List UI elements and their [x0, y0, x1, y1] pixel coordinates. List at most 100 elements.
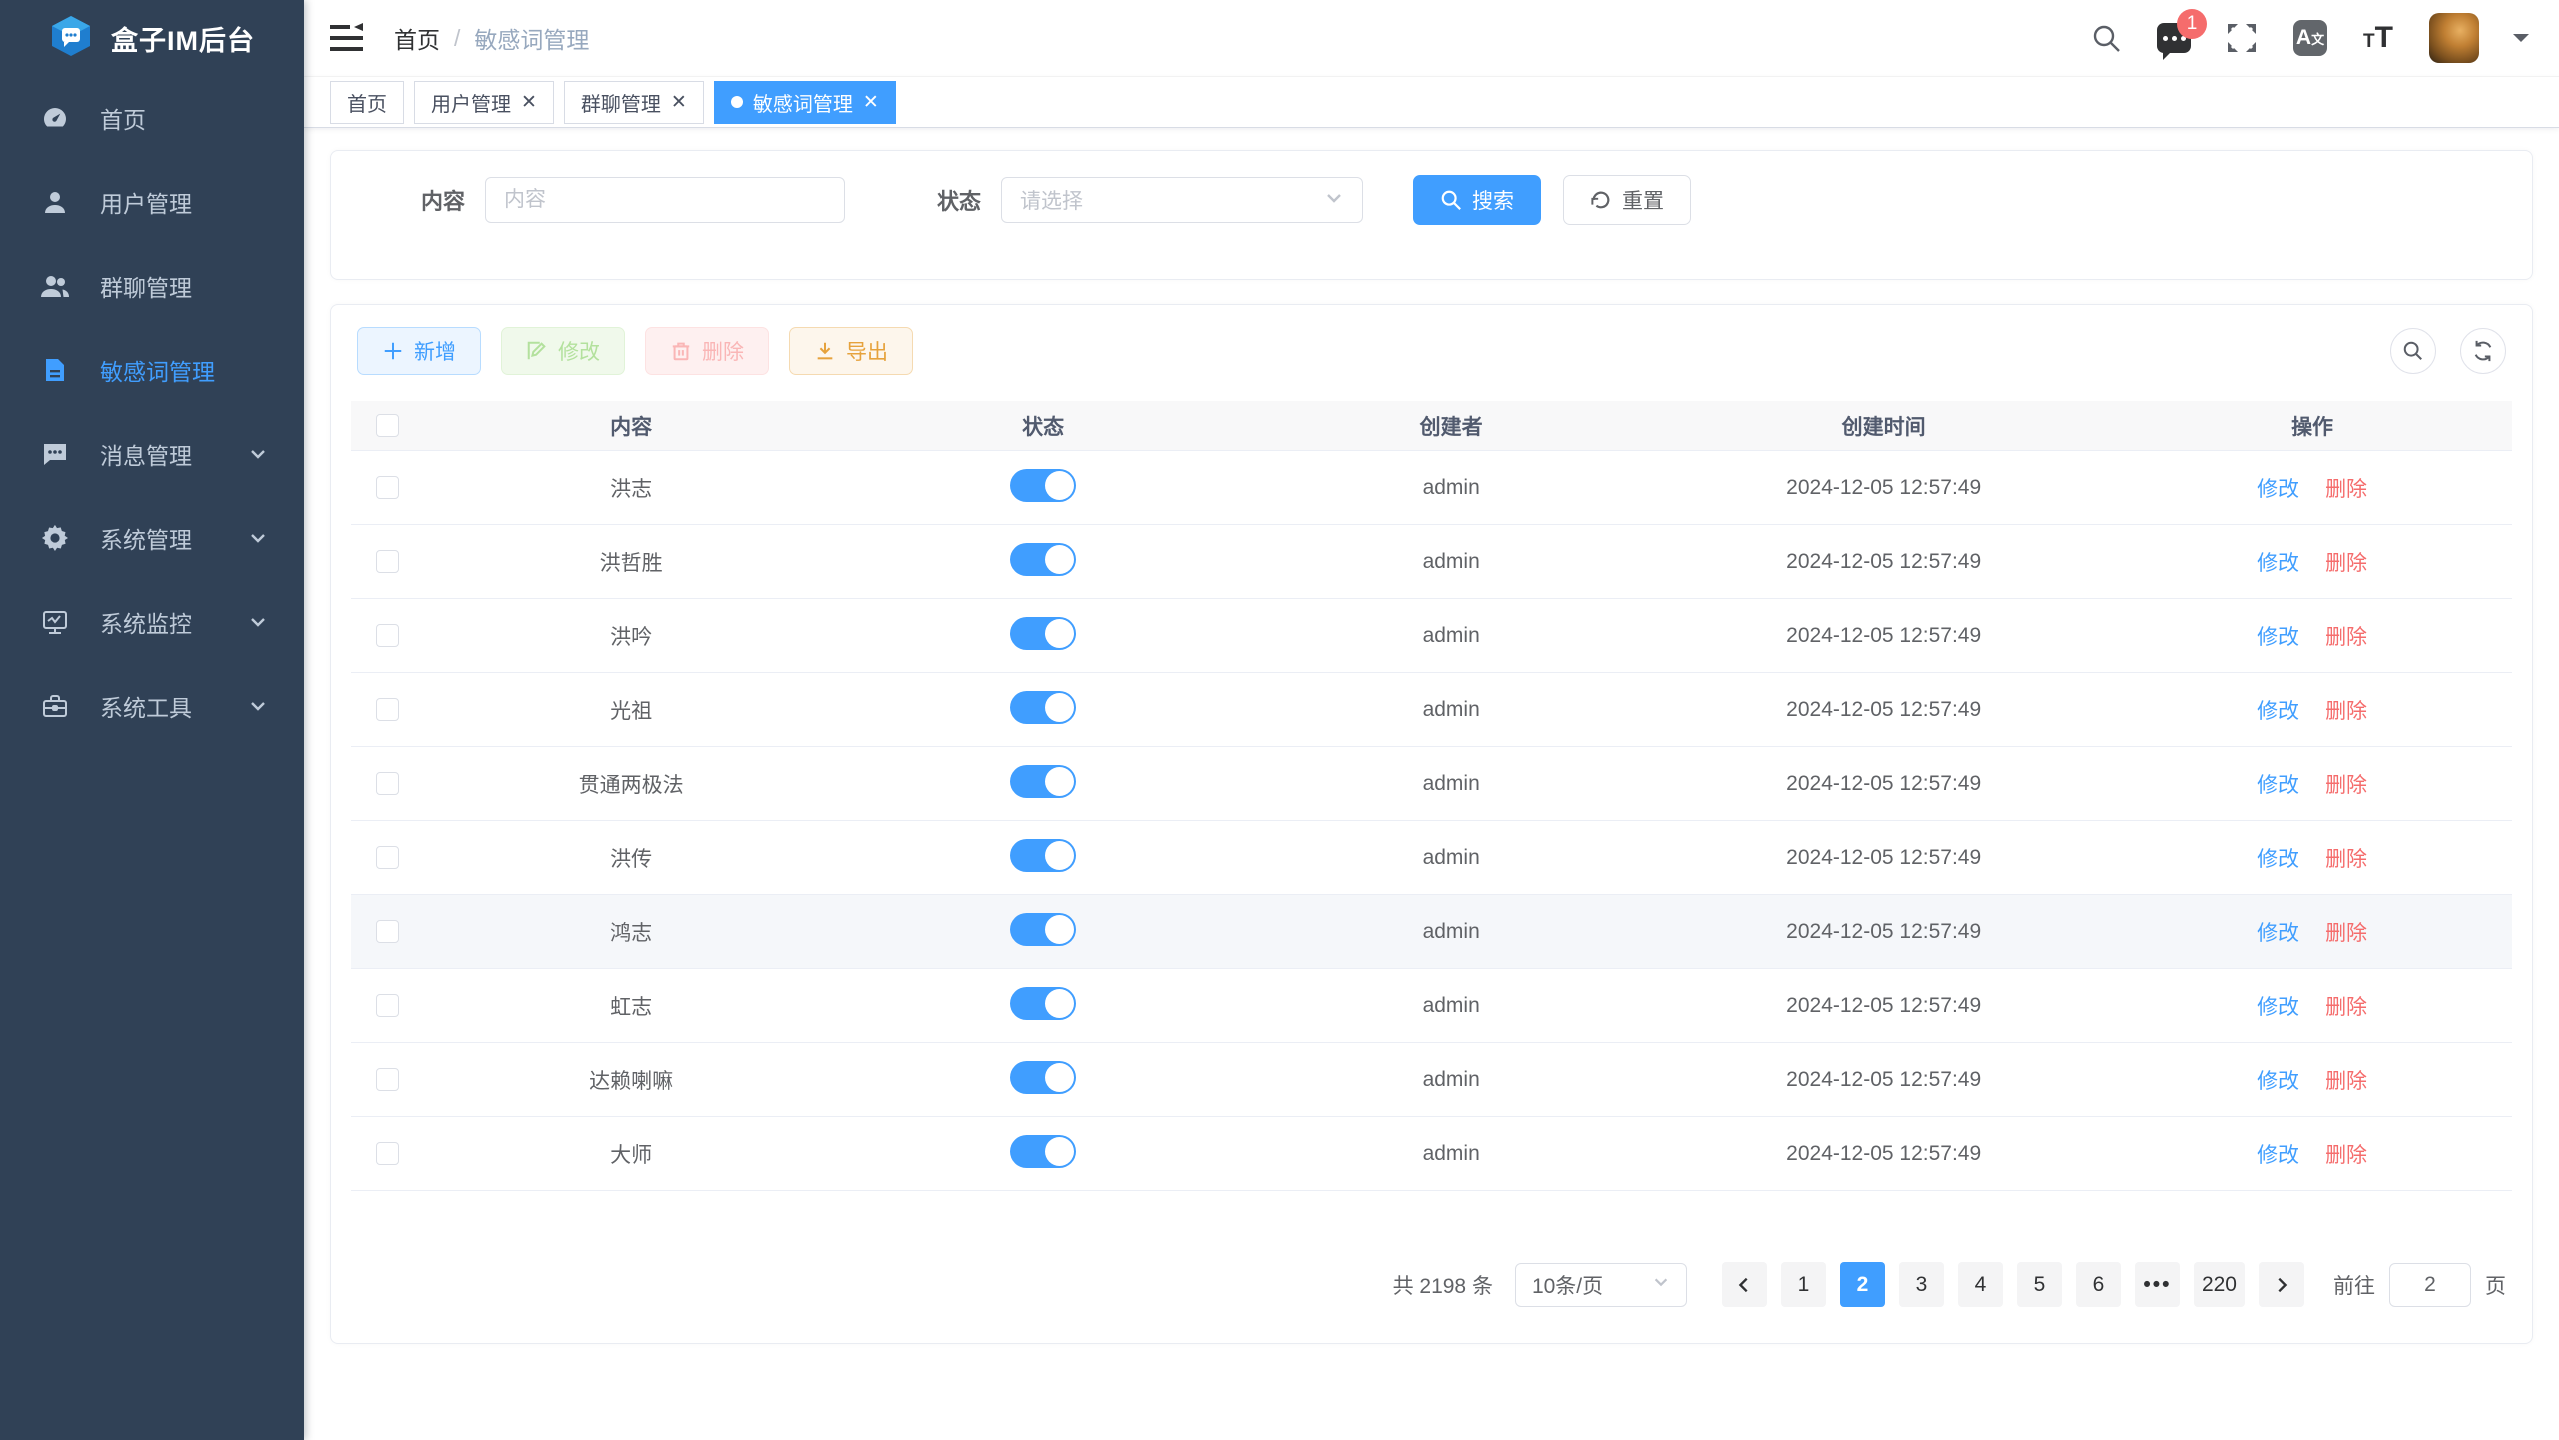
status-toggle[interactable]: [1010, 839, 1076, 872]
row-edit-link[interactable]: 修改: [2257, 848, 2299, 871]
row-edit-link[interactable]: 修改: [2257, 1070, 2299, 1093]
row-delete-link[interactable]: 删除: [2325, 552, 2367, 575]
table-row: 虹志 admin 2024-12-05 12:57:49 修改删除: [351, 969, 2512, 1043]
tab-group-management[interactable]: 群聊管理 ✕: [564, 81, 704, 124]
page-button-6[interactable]: 6: [2076, 1262, 2121, 1307]
row-delete-link[interactable]: 删除: [2325, 626, 2367, 649]
row-checkbox[interactable]: [376, 624, 399, 647]
sidebar-item-system-monitor[interactable]: 系统监控: [0, 580, 304, 664]
tab-sensitive-words[interactable]: 敏感词管理 ✕: [714, 81, 896, 124]
table-card: 新增 修改 删除 导出: [330, 304, 2533, 1344]
row-edit-link[interactable]: 修改: [2257, 626, 2299, 649]
status-toggle[interactable]: [1010, 691, 1076, 724]
page-button-5[interactable]: 5: [2017, 1262, 2062, 1307]
user-menu-caret-icon[interactable]: [2513, 34, 2529, 50]
chevron-down-icon: [248, 612, 268, 632]
tab-user-management[interactable]: 用户管理 ✕: [414, 81, 554, 124]
cell-creator: admin: [1247, 772, 1655, 796]
row-edit-link[interactable]: 修改: [2257, 996, 2299, 1019]
tab-close-icon[interactable]: ✕: [671, 91, 687, 114]
status-toggle[interactable]: [1010, 765, 1076, 798]
user-avatar[interactable]: [2429, 13, 2479, 63]
page-button-3[interactable]: 3: [1899, 1262, 1944, 1307]
sidebar-item-sensitive-words[interactable]: 敏感词管理: [0, 328, 304, 412]
refresh-icon[interactable]: [2460, 328, 2506, 374]
status-toggle[interactable]: [1010, 1135, 1076, 1168]
sidebar-item-system-tools[interactable]: 系统工具: [0, 664, 304, 748]
row-delete-link[interactable]: 删除: [2325, 1144, 2367, 1167]
sidebar-item-home[interactable]: 首页: [0, 76, 304, 160]
row-delete-link[interactable]: 删除: [2325, 700, 2367, 723]
export-button[interactable]: 导出: [789, 327, 913, 375]
next-page-button[interactable]: [2259, 1262, 2304, 1307]
sidebar-collapse-icon[interactable]: [330, 23, 364, 53]
font-size-icon[interactable]: TT: [2361, 21, 2395, 55]
row-checkbox[interactable]: [376, 698, 399, 721]
jump-page-input[interactable]: [2389, 1263, 2471, 1307]
status-toggle[interactable]: [1010, 913, 1076, 946]
table-row: 达赖喇嘛 admin 2024-12-05 12:57:49 修改删除: [351, 1043, 2512, 1117]
row-delete-link[interactable]: 删除: [2325, 922, 2367, 945]
status-toggle[interactable]: [1010, 469, 1076, 502]
content-filter-input[interactable]: [485, 177, 845, 223]
filter-card: 内容 状态 请选择 搜索 重置: [330, 150, 2533, 280]
breadcrumb-home[interactable]: 首页: [394, 21, 440, 55]
select-all-checkbox[interactable]: [376, 414, 399, 437]
row-checkbox[interactable]: [376, 1068, 399, 1091]
status-toggle[interactable]: [1010, 543, 1076, 576]
language-switch-icon[interactable]: A文: [2293, 21, 2327, 55]
table-row: 贯通两极法 admin 2024-12-05 12:57:49 修改删除: [351, 747, 2512, 821]
edit-button-label: 修改: [558, 336, 600, 366]
page-ellipsis[interactable]: •••: [2135, 1262, 2180, 1307]
row-delete-link[interactable]: 删除: [2325, 478, 2367, 501]
row-checkbox[interactable]: [376, 846, 399, 869]
status-toggle[interactable]: [1010, 617, 1076, 650]
status-toggle[interactable]: [1010, 1061, 1076, 1094]
fullscreen-icon[interactable]: [2225, 21, 2259, 55]
row-delete-link[interactable]: 删除: [2325, 1070, 2367, 1093]
page-button-4[interactable]: 4: [1958, 1262, 2003, 1307]
reset-button[interactable]: 重置: [1563, 175, 1691, 225]
page-button-1[interactable]: 1: [1781, 1262, 1826, 1307]
row-edit-link[interactable]: 修改: [2257, 1144, 2299, 1167]
row-edit-link[interactable]: 修改: [2257, 478, 2299, 501]
sidebar-item-users[interactable]: 用户管理: [0, 160, 304, 244]
row-edit-link[interactable]: 修改: [2257, 700, 2299, 723]
tab-close-icon[interactable]: ✕: [521, 91, 537, 114]
row-edit-link[interactable]: 修改: [2257, 922, 2299, 945]
data-table: 内容 状态 创建者 创建时间 操作 洪志 admin 2024-12-05 12…: [351, 401, 2512, 1191]
message-notification-icon[interactable]: 1: [2157, 21, 2191, 55]
row-delete-link[interactable]: 删除: [2325, 848, 2367, 871]
row-delete-link[interactable]: 删除: [2325, 996, 2367, 1019]
search-icon[interactable]: [2089, 21, 2123, 55]
status-filter-select[interactable]: 请选择: [1001, 177, 1363, 223]
status-toggle[interactable]: [1010, 987, 1076, 1020]
prev-page-button[interactable]: [1722, 1262, 1767, 1307]
row-checkbox[interactable]: [376, 476, 399, 499]
sidebar-item-system-settings[interactable]: 系统管理: [0, 496, 304, 580]
reset-button-label: 重置: [1622, 185, 1664, 215]
page-size-select[interactable]: 10条/页: [1515, 1263, 1687, 1307]
cell-content: 大师: [423, 1139, 839, 1169]
row-edit-link[interactable]: 修改: [2257, 774, 2299, 797]
add-button[interactable]: 新增: [357, 327, 481, 375]
page-button-2[interactable]: 2: [1840, 1262, 1885, 1307]
page-button-220[interactable]: 220: [2194, 1262, 2245, 1307]
search-button[interactable]: 搜索: [1413, 175, 1541, 225]
row-checkbox[interactable]: [376, 994, 399, 1017]
row-checkbox[interactable]: [376, 920, 399, 943]
row-edit-link[interactable]: 修改: [2257, 552, 2299, 575]
app-logo[interactable]: 盒子IM后台: [0, 0, 304, 76]
delete-button[interactable]: 删除: [645, 327, 769, 375]
row-checkbox[interactable]: [376, 1142, 399, 1165]
row-checkbox[interactable]: [376, 772, 399, 795]
row-checkbox[interactable]: [376, 550, 399, 573]
tab-home[interactable]: 首页: [330, 81, 404, 124]
row-delete-link[interactable]: 删除: [2325, 774, 2367, 797]
edit-button[interactable]: 修改: [501, 327, 625, 375]
tab-close-icon[interactable]: ✕: [863, 91, 879, 114]
show-search-icon[interactable]: [2390, 328, 2436, 374]
top-header: 首页 / 敏感词管理 1 A文 TT: [304, 0, 2559, 76]
sidebar-item-messages[interactable]: 消息管理: [0, 412, 304, 496]
sidebar-item-groups[interactable]: 群聊管理: [0, 244, 304, 328]
